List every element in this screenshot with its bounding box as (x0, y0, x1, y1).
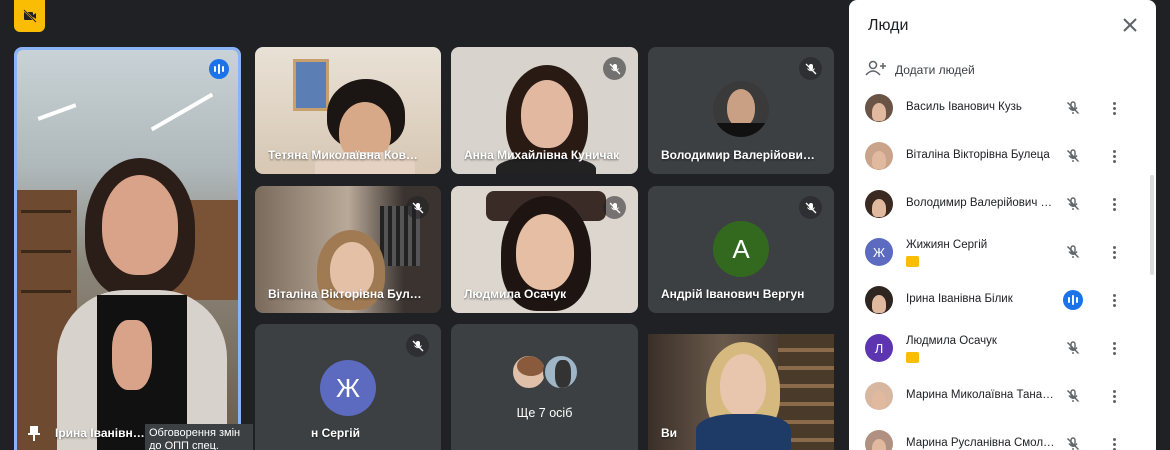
participant-name: Володимир Валерійович Коротун (906, 197, 1056, 209)
more-options-icon[interactable] (1109, 338, 1119, 358)
avatar: Л (865, 334, 893, 362)
participant-name: Віталіна Вікторівна Булеца (906, 149, 1050, 161)
avatar (865, 142, 893, 170)
video-tile[interactable]: А Андрій Іванович Вергун (648, 186, 834, 313)
participant-name: Ірина Іванівна Білик (55, 426, 145, 440)
participant-name: Володимир Валерійович Коротун (661, 148, 821, 162)
scrollbar[interactable] (1150, 175, 1154, 275)
participant-name: Тетяна Миколаївна Ковальова (268, 148, 423, 162)
video-tile[interactable]: Віталіна Вікторівна Булеца (255, 186, 441, 313)
participant-row[interactable]: Марина Миколаївна Танасієнко (865, 376, 1140, 416)
video-tile-main-speaker[interactable]: Ірина Іванівна Білик (14, 47, 241, 450)
participant-name: Ірина Іванівна Білик (906, 293, 1013, 305)
participant-row[interactable]: Л Людмила Осачук (865, 328, 1140, 368)
video-tile[interactable]: Володимир Валерійович Коротун (648, 47, 834, 174)
meeting-title-tooltip: Обговорення змін до ОПП спец. 071"Облік … (145, 424, 253, 450)
mic-off-icon[interactable] (1063, 434, 1083, 450)
video-tile[interactable]: Анна Михайлівна Куничак (451, 47, 638, 174)
mic-off-icon[interactable] (1063, 386, 1083, 406)
avatar (865, 382, 893, 410)
participant-name: Андрій Іванович Вергун (661, 287, 805, 301)
no-camera-icon[interactable] (14, 0, 45, 32)
video-tile[interactable]: Тетяна Миколаївна Ковальова (255, 47, 441, 174)
participant-name: Марина Миколаївна Танасієнко (906, 389, 1056, 401)
participant-name: н Сергій (311, 426, 360, 440)
speaking-indicator (209, 59, 229, 79)
mic-off-icon (406, 196, 429, 219)
video-tile[interactable]: Людмила Осачук (451, 186, 638, 313)
video-tile[interactable]: Ж н Сергій (255, 324, 441, 450)
more-options-icon[interactable] (1109, 386, 1119, 406)
avatar: Ж (865, 238, 893, 266)
more-options-icon[interactable] (1109, 146, 1119, 166)
mic-off-icon (799, 57, 822, 80)
mic-off-icon (603, 57, 626, 80)
participant-row[interactable]: Василь Іванович Кузь (865, 88, 1140, 128)
panel-title: Люди (868, 17, 909, 34)
speaking-icon[interactable] (1063, 290, 1083, 310)
presentation-icon (906, 256, 919, 267)
avatar (511, 354, 547, 390)
participant-name: Людмила Осачук (906, 335, 997, 347)
avatar (713, 81, 769, 137)
mic-off-icon[interactable] (1063, 338, 1083, 358)
pin-icon[interactable] (27, 425, 41, 441)
mic-off-icon[interactable] (1063, 242, 1083, 262)
more-participants-label: Ще 7 осіб (516, 406, 573, 420)
more-participants-tile[interactable]: Ще 7 осіб (451, 324, 638, 450)
add-people-button[interactable]: Додати людей (865, 60, 975, 79)
add-people-label: Додати людей (895, 62, 975, 77)
participant-name: Анна Михайлівна Куничак (464, 148, 620, 162)
video-feed (17, 50, 238, 450)
mic-off-icon[interactable] (1063, 146, 1083, 166)
more-options-icon[interactable] (1109, 290, 1119, 310)
mic-off-icon[interactable] (1063, 194, 1083, 214)
more-options-icon[interactable] (1109, 98, 1119, 118)
avatar (865, 94, 893, 122)
avatar (865, 286, 893, 314)
avatar: Ж (320, 360, 376, 416)
presentation-icon (906, 352, 919, 363)
participant-name: Ви (661, 426, 678, 440)
participant-row[interactable]: Ж Жижиян Сергій (865, 232, 1140, 272)
participant-name: Людмила Осачук (464, 287, 567, 301)
participant-row[interactable]: Віталіна Вікторівна Булеца (865, 136, 1140, 176)
more-options-icon[interactable] (1109, 194, 1119, 214)
people-panel: Люди Додати людей Василь Іванович Кузь Ві… (849, 0, 1156, 450)
avatar (865, 190, 893, 218)
mic-off-icon (799, 196, 822, 219)
participant-name: Марина Русланівна Смолянська (906, 437, 1056, 449)
participant-row[interactable]: Ірина Іванівна Білик (865, 280, 1140, 320)
close-icon[interactable] (1118, 13, 1142, 37)
mic-off-icon (406, 334, 429, 357)
participant-name: Жижиян Сергій (906, 239, 988, 251)
more-options-icon[interactable] (1109, 242, 1119, 262)
video-tile-self[interactable]: Ви (648, 334, 834, 450)
add-person-icon (865, 60, 887, 79)
participant-row[interactable]: Володимир Валерійович Коротун (865, 184, 1140, 224)
avatar (865, 430, 893, 450)
participant-name: Віталіна Вікторівна Булеца (268, 287, 423, 301)
mic-off-icon[interactable] (1063, 98, 1083, 118)
participant-name: Василь Іванович Кузь (906, 101, 1022, 113)
participant-row[interactable]: Марина Русланівна Смолянська (865, 424, 1140, 450)
avatar (543, 354, 579, 390)
more-options-icon[interactable] (1109, 434, 1119, 450)
avatar: А (713, 221, 769, 277)
mic-off-icon (603, 196, 626, 219)
